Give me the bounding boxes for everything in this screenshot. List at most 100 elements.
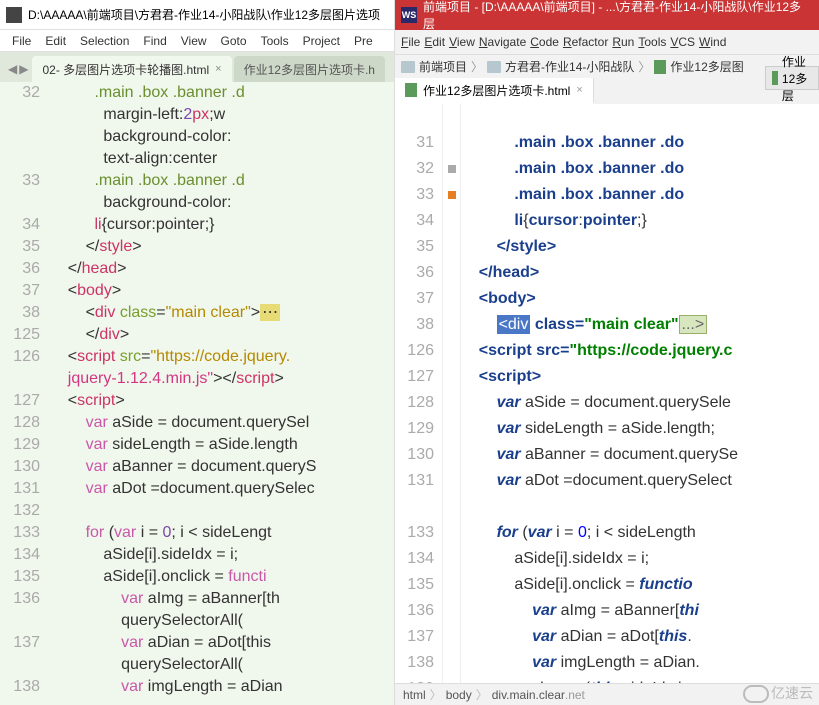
code-line[interactable]: var aBanner = document.queryS (50, 456, 394, 478)
line-number[interactable]: 127 (0, 390, 40, 412)
code-line[interactable]: <div class="main clear"...> (461, 312, 819, 338)
line-number[interactable]: 37 (0, 280, 40, 302)
code-line[interactable]: <script> (50, 390, 394, 412)
line-number[interactable]: 131 (0, 478, 40, 500)
sublime-code-lines[interactable]: .main .box .banner .d margin-left:2px;w … (50, 82, 394, 705)
line-number[interactable]: 33 (395, 182, 434, 208)
code-line[interactable]: var imgLength = aDian. (461, 650, 819, 676)
gutter-mark[interactable] (443, 364, 460, 390)
webstorm-gutter-marks[interactable] (443, 104, 461, 683)
menu-item[interactable]: Selection (74, 32, 135, 50)
menu-item[interactable]: Run (612, 35, 634, 49)
menu-item[interactable]: File (6, 32, 37, 50)
code-line[interactable]: querySelectorAll( (50, 654, 394, 676)
line-number[interactable] (0, 654, 40, 676)
line-number[interactable]: 135 (395, 572, 434, 598)
line-number[interactable] (0, 192, 40, 214)
code-line[interactable]: jquery-1.12.4.min.js"></script> (50, 368, 394, 390)
menu-item[interactable]: VCS (670, 35, 695, 49)
line-number[interactable]: 31 (395, 130, 434, 156)
code-line[interactable]: .main .box .banner .do (461, 130, 819, 156)
gutter-mark[interactable] (443, 546, 460, 572)
gutter-mark[interactable] (443, 104, 460, 130)
gutter-mark[interactable] (443, 130, 460, 156)
code-line[interactable]: <script> (461, 364, 819, 390)
line-number[interactable]: 133 (0, 522, 40, 544)
code-line[interactable]: aSide[i].onclick = functio (461, 572, 819, 598)
line-number[interactable]: 132 (0, 500, 40, 522)
code-line[interactable]: li{cursor:pointer;} (461, 208, 819, 234)
code-line[interactable]: background-color: (50, 126, 394, 148)
menu-item[interactable]: Tools (638, 35, 666, 49)
code-line[interactable]: </div> (50, 324, 394, 346)
code-line[interactable]: <script src="https://code.jquery. (50, 346, 394, 368)
gutter-mark[interactable] (443, 572, 460, 598)
line-number[interactable]: 139 (395, 676, 434, 683)
tab-active[interactable]: 02- 多层图片选项卡轮播图.html × (32, 56, 231, 82)
line-number[interactable]: 32 (395, 156, 434, 182)
code-line[interactable] (50, 500, 394, 522)
line-number[interactable] (395, 494, 434, 520)
gutter-mark[interactable] (443, 520, 460, 546)
code-line[interactable]: var aDot =document.querySelec (50, 478, 394, 500)
line-number[interactable]: 34 (395, 208, 434, 234)
menu-item[interactable]: Navigate (479, 35, 526, 49)
code-line[interactable]: <body> (461, 286, 819, 312)
webstorm-gutter[interactable]: 3132333435363738126127128129130131133134… (395, 104, 443, 683)
gutter-mark[interactable] (443, 390, 460, 416)
line-number[interactable]: 130 (395, 442, 434, 468)
sublime-titlebar[interactable]: D:\AAAAA\前端项目\方君君-作业14-小阳战队\作业12多层图片选项 (0, 0, 394, 30)
line-number[interactable] (0, 126, 40, 148)
line-number[interactable] (0, 148, 40, 170)
sublime-menubar[interactable]: FileEditSelectionFindViewGotoToolsProjec… (0, 30, 394, 52)
code-line[interactable]: var aDian = aDot[this (50, 632, 394, 654)
tab-arrows[interactable]: ◀ ▶ (4, 56, 32, 82)
breadcrumb-item[interactable]: 前端项目 (419, 58, 467, 75)
code-line[interactable]: var aSide = document.querySele (461, 390, 819, 416)
code-line[interactable]: <script src="https://code.jquery.c (461, 338, 819, 364)
code-line[interactable]: aSide[i].sideIdx = i; (50, 544, 394, 566)
code-line[interactable]: var aBanner = document.querySe (461, 442, 819, 468)
line-number[interactable]: 128 (395, 390, 434, 416)
gutter-mark[interactable] (443, 494, 460, 520)
code-line[interactable]: <body> (50, 280, 394, 302)
line-number[interactable]: 134 (395, 546, 434, 572)
code-line[interactable]: .main .box .banner .do (461, 156, 819, 182)
menu-item[interactable]: Goto (215, 32, 253, 50)
sublime-gutter[interactable]: 3233343536373812512612712812913013113213… (0, 82, 50, 705)
menu-item[interactable]: Tools (255, 32, 295, 50)
tab-arrow-right-icon[interactable]: ▶ (19, 62, 28, 76)
line-number[interactable]: 138 (395, 650, 434, 676)
code-line[interactable]: <div class="main clear">⋯ (50, 302, 394, 324)
gutter-mark[interactable] (443, 182, 460, 208)
code-line[interactable]: </style> (50, 236, 394, 258)
line-number[interactable]: 129 (0, 434, 40, 456)
line-number[interactable]: 131 (395, 468, 434, 494)
gutter-mark[interactable] (443, 338, 460, 364)
line-number[interactable] (0, 368, 40, 390)
structure-crumb[interactable]: div.main.clear (492, 688, 565, 702)
webstorm-menubar[interactable]: FileEditViewNavigateCodeRefactorRunTools… (395, 30, 819, 54)
line-number[interactable]: 33 (0, 170, 40, 192)
line-number[interactable]: 125 (0, 324, 40, 346)
menu-item[interactable]: Edit (39, 32, 72, 50)
menu-item[interactable]: View (175, 32, 213, 50)
tab-arrow-left-icon[interactable]: ◀ (8, 62, 17, 76)
gutter-mark[interactable] (443, 208, 460, 234)
code-line[interactable]: .main .box .banner .do (461, 182, 819, 208)
code-line[interactable]: for (var i = 0; i < sideLength (461, 520, 819, 546)
line-number[interactable]: 130 (0, 456, 40, 478)
code-line[interactable]: text-align:center (50, 148, 394, 170)
code-line[interactable]: querySelectorAll( (50, 610, 394, 632)
line-number[interactable]: 138 (0, 676, 40, 698)
gutter-mark[interactable] (443, 234, 460, 260)
tab-close-icon[interactable]: × (215, 63, 221, 75)
code-line[interactable] (461, 494, 819, 520)
code-line[interactable]: </head> (50, 258, 394, 280)
line-number[interactable]: 128 (0, 412, 40, 434)
menu-item[interactable]: Find (137, 32, 172, 50)
gutter-mark[interactable] (443, 624, 460, 650)
line-number[interactable] (395, 104, 434, 130)
line-number[interactable]: 37 (395, 286, 434, 312)
line-number[interactable]: 136 (395, 598, 434, 624)
